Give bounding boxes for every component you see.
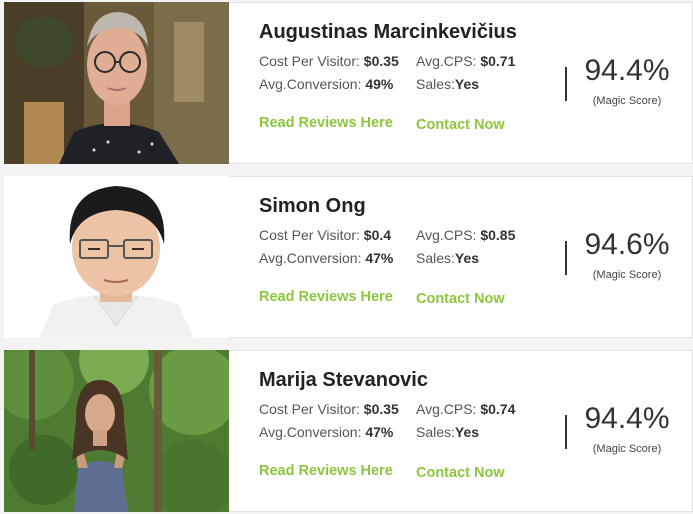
- vendor-info: Simon Ong Cost Per Visitor: $0.4 Avg.CPS…: [229, 176, 693, 338]
- avg-conversion-label: Avg.Conversion:: [259, 250, 362, 266]
- magic-score-value: 94.4%: [584, 54, 670, 87]
- avg-conversion-label: Avg.Conversion:: [259, 76, 362, 92]
- vendor-info: Marija Stevanovic Cost Per Visitor: $0.3…: [229, 350, 693, 512]
- avg-conversion: Avg.Conversion: 49%: [259, 76, 393, 92]
- vendor-card: Simon Ong Cost Per Visitor: $0.4 Avg.CPS…: [4, 176, 693, 338]
- sales-label: Sales:: [416, 424, 455, 440]
- magic-score-label: (Magic Score): [592, 95, 662, 107]
- vendor-card: Marija Stevanovic Cost Per Visitor: $0.3…: [4, 350, 693, 512]
- vendor-name: Marija Stevanovic: [259, 369, 428, 391]
- avg-cps-value: $0.71: [480, 53, 516, 69]
- cost-per-visitor-value: $0.35: [363, 401, 399, 417]
- avg-cps-value: $0.85: [480, 227, 516, 243]
- magic-score-label: (Magic Score): [592, 443, 662, 455]
- vendor-name: Simon Ong: [259, 195, 366, 217]
- avg-conversion: Avg.Conversion: 47%: [259, 424, 393, 440]
- sales-value: Yes: [454, 250, 480, 266]
- cost-per-visitor-value: $0.4: [363, 227, 392, 243]
- sales: Sales:Yes: [416, 76, 479, 92]
- vendor-card: Augustinas Marcinkevičius Cost Per Visit…: [4, 2, 693, 164]
- magic-score: 94.4% (Magic Score): [577, 401, 677, 455]
- vendor-name: Augustinas Marcinkevičius: [259, 21, 517, 43]
- sales-value: Yes: [454, 424, 480, 440]
- score-divider: [565, 67, 567, 101]
- avg-cps-value: $0.74: [480, 401, 516, 417]
- vendor-info: Augustinas Marcinkevičius Cost Per Visit…: [229, 2, 693, 164]
- cost-per-visitor-label: Cost Per Visitor:: [259, 53, 360, 69]
- avg-cps: Avg.CPS: $0.71: [416, 53, 515, 69]
- sales: Sales:Yes: [416, 424, 479, 440]
- avg-cps-label: Avg.CPS:: [416, 401, 477, 417]
- vendor-photo: [4, 350, 229, 512]
- cost-per-visitor-label: Cost Per Visitor:: [259, 401, 360, 417]
- sales: Sales:Yes: [416, 250, 479, 266]
- avg-conversion-value: 49%: [365, 76, 394, 92]
- contact-now-link[interactable]: Contact Now: [416, 117, 505, 133]
- magic-score: 94.6% (Magic Score): [577, 227, 677, 281]
- magic-score: 94.4% (Magic Score): [577, 53, 677, 107]
- score-divider: [565, 415, 567, 449]
- read-reviews-link[interactable]: Read Reviews Here: [259, 463, 393, 479]
- contact-now-link[interactable]: Contact Now: [416, 291, 505, 307]
- magic-score-label: (Magic Score): [592, 269, 662, 281]
- avg-cps: Avg.CPS: $0.85: [416, 227, 515, 243]
- sales-value: Yes: [454, 76, 480, 92]
- cost-per-visitor-value: $0.35: [363, 53, 399, 69]
- magic-score-value: 94.6%: [584, 228, 670, 261]
- avg-cps-label: Avg.CPS:: [416, 227, 477, 243]
- magic-score-value: 94.4%: [584, 402, 670, 435]
- vendor-photo: [4, 176, 229, 338]
- read-reviews-link[interactable]: Read Reviews Here: [259, 289, 393, 305]
- score-divider: [565, 241, 567, 275]
- avg-conversion: Avg.Conversion: 47%: [259, 250, 393, 266]
- vendor-photo: [4, 2, 229, 164]
- avg-cps: Avg.CPS: $0.74: [416, 401, 515, 417]
- read-reviews-link[interactable]: Read Reviews Here: [259, 115, 393, 131]
- cost-per-visitor: Cost Per Visitor: $0.35: [259, 401, 399, 417]
- cost-per-visitor-label: Cost Per Visitor:: [259, 227, 360, 243]
- sales-label: Sales:: [416, 76, 455, 92]
- avg-conversion-label: Avg.Conversion:: [259, 424, 362, 440]
- sales-label: Sales:: [416, 250, 455, 266]
- avg-conversion-value: 47%: [365, 250, 394, 266]
- cost-per-visitor: Cost Per Visitor: $0.35: [259, 53, 399, 69]
- avg-cps-label: Avg.CPS:: [416, 53, 477, 69]
- avg-conversion-value: 47%: [365, 424, 394, 440]
- cost-per-visitor: Cost Per Visitor: $0.4: [259, 227, 391, 243]
- contact-now-link[interactable]: Contact Now: [416, 465, 505, 481]
- vendor-list: Augustinas Marcinkevičius Cost Per Visit…: [0, 0, 693, 514]
